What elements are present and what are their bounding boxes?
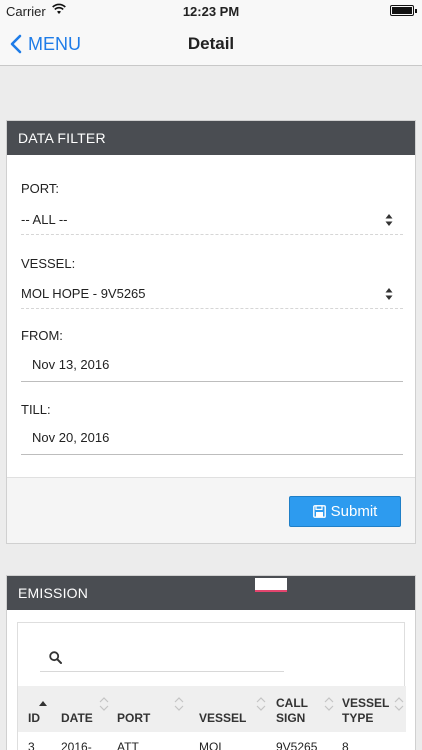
till-label: TILL: [21,402,51,417]
column-label: ID [28,711,40,725]
vessel-select[interactable]: MOL HOPE - 9V5265 [21,279,403,309]
back-label: MENU [28,33,81,54]
tab-indicator [255,578,287,592]
column-label: VESSEL TYPE [342,696,390,725]
from-label: FROM: [21,328,63,343]
filter-footer: Submit [7,477,415,543]
table-row[interactable]: 3 2016- ATT MOL 9V5265 8 [18,732,406,750]
column-header-date[interactable]: DATE [52,686,109,732]
column-header-port[interactable]: PORT [108,686,190,732]
cell-vessel: MOL [199,740,226,750]
till-date-input[interactable]: Nov 20, 2016 [21,421,403,455]
cell-call-sign: 9V5265 [276,740,318,750]
status-bar: Carrier 12:23 PM [0,0,422,22]
sort-asc-icon [39,701,47,706]
select-arrows-icon [385,214,393,226]
cell-date: 2016- [61,740,92,750]
cell-vessel-type: 8 [342,740,349,750]
submit-label: Submit [330,503,378,520]
column-header-call-sign[interactable]: CALL SIGN [270,686,336,732]
wifi-icon [52,3,66,18]
data-filter-header: DATA FILTER [7,121,415,155]
emission-header: EMISSION [7,576,415,610]
column-label: CALL SIGN [276,696,308,725]
emission-panel: EMISSION ID DATE PORT VESSEL CALL SIGN V… [6,575,416,750]
search-input[interactable] [40,642,284,672]
cell-id: 3 [28,740,35,750]
column-header-id[interactable]: ID [18,686,52,732]
search-icon [49,651,62,664]
column-label: PORT [117,711,151,725]
vessel-label: VESSEL: [21,256,76,271]
from-date-input[interactable]: Nov 13, 2016 [21,348,403,382]
sort-icon [324,697,334,711]
sort-icon [394,697,404,711]
navigation-bar: MENU Detail [0,22,422,66]
emission-table-container: ID DATE PORT VESSEL CALL SIGN VESSEL TYP… [17,622,406,750]
floppy-disk-icon [312,505,326,518]
column-label: VESSEL [199,711,247,725]
port-select[interactable]: -- ALL -- [21,205,403,235]
submit-button[interactable]: Submit [289,496,401,527]
cell-port: ATT [117,740,139,750]
sort-icon [174,697,184,711]
select-arrows-icon [385,288,393,300]
vessel-select-value: MOL HOPE - 9V5265 [21,286,146,301]
column-header-vessel-type[interactable]: VESSEL TYPE [336,686,406,732]
port-label: PORT: [21,181,60,196]
data-filter-panel: DATA FILTER PORT: -- ALL -- VESSEL: MOL … [6,120,416,544]
column-label: DATE [61,711,93,725]
table-header: ID DATE PORT VESSEL CALL SIGN VESSEL TYP… [18,686,406,732]
port-select-value: -- ALL -- [21,212,68,227]
carrier-label: Carrier [6,4,46,19]
battery-icon [390,5,417,16]
back-menu-button[interactable]: MENU [10,32,81,56]
column-header-vessel[interactable]: VESSEL [190,686,270,732]
sort-icon [256,697,266,711]
chevron-left-icon [10,34,22,54]
